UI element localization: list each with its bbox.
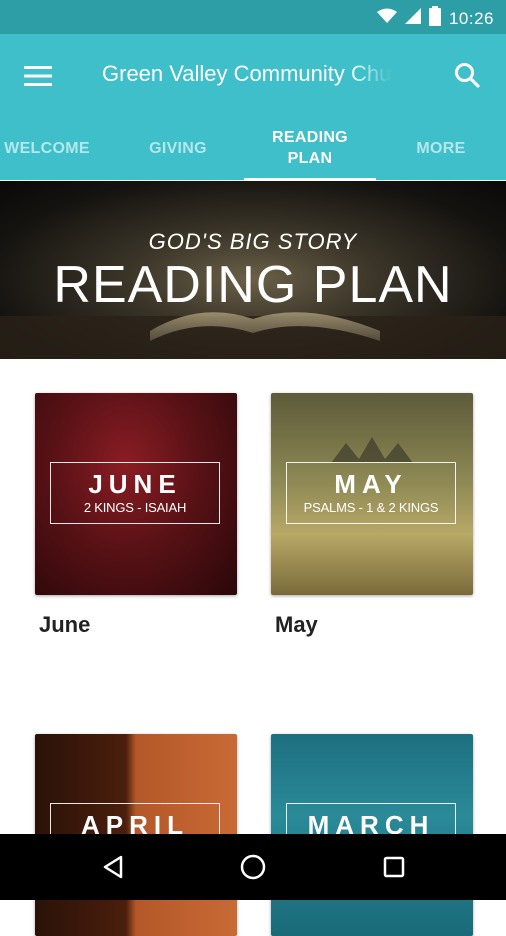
back-triangle-icon [103, 855, 123, 879]
search-button[interactable] [450, 58, 484, 92]
search-icon [455, 63, 480, 88]
wifi-icon [376, 8, 397, 29]
thumbnail-label-box: MAY PSALMS - 1 & 2 KINGS [286, 462, 456, 524]
status-icons: 10:26 [376, 6, 494, 31]
system-nav-bar [0, 834, 506, 900]
card-caption: May [275, 612, 318, 637]
status-time: 10:26 [448, 8, 494, 28]
thumbnail-books: PSALMS - 1 & 2 KINGS [303, 500, 439, 515]
recents-button[interactable] [374, 850, 414, 884]
tab-more[interactable]: MORE [400, 116, 482, 180]
tab-welcome[interactable]: WELCOME [0, 116, 94, 180]
menu-button[interactable] [22, 60, 54, 92]
app-bar: Green Valley Community Church [0, 34, 506, 116]
recents-square-icon [383, 856, 405, 878]
card-caption: June [39, 612, 91, 637]
hamburger-menu-icon [24, 66, 52, 86]
tab-bar: WELCOME GIVING READING PLAN MORE [0, 116, 506, 180]
back-button[interactable] [93, 850, 133, 884]
card-thumbnail[interactable]: JUNE 2 KINGS - ISAIAH [35, 393, 237, 595]
battery-icon [428, 6, 441, 31]
home-circle-icon [240, 854, 266, 880]
thumbnail-label-box: JUNE 2 KINGS - ISAIAH [50, 462, 220, 524]
hero-subtitle: GOD'S BIG STORY [148, 229, 358, 254]
status-bar: 10:26 [0, 0, 506, 34]
thumbnail-month: MAY [334, 469, 408, 499]
cell-signal-icon [404, 8, 421, 29]
hero-banner: GOD'S BIG STORY READING PLAN [0, 181, 506, 359]
tab-reading-plan[interactable]: READING PLAN [254, 116, 366, 180]
app-title: Green Valley Community Church [102, 61, 392, 86]
tab-giving[interactable]: GIVING [130, 116, 226, 180]
thumbnail-month: JUNE [88, 469, 182, 499]
thumbnail-books: 2 KINGS - ISAIAH [83, 500, 187, 515]
hero-title: READING PLAN [53, 256, 453, 314]
home-button[interactable] [233, 850, 273, 884]
card-thumbnail[interactable]: MAY PSALMS - 1 & 2 KINGS [271, 393, 473, 595]
